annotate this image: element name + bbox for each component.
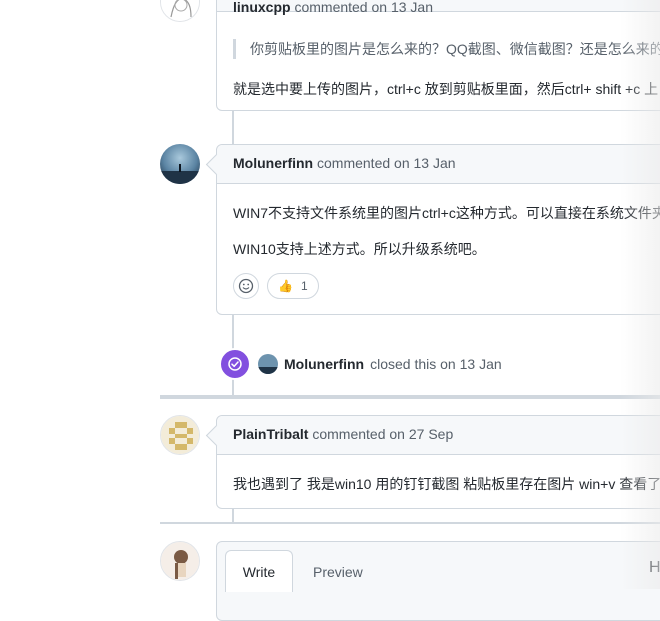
timeline-separator — [160, 522, 660, 524]
event-actor[interactable]: Molunerfinn — [284, 356, 364, 372]
smiley-icon — [238, 278, 254, 294]
comment-body: 我也遇到了 我是win10 用的钉钉截图 粘贴板里存在图片 win+v 查看了 — [233, 476, 660, 492]
avatar-linuxcpp[interactable] — [160, 0, 200, 22]
comment-linuxcpp: linuxcpp commented on 13 Jan 你剪贴板里的图片是怎么… — [216, 0, 660, 111]
comment-header-text: Molunerfinn commented on 13 Jan — [233, 155, 456, 171]
thumbs-up-reaction[interactable]: 👍 1 — [267, 273, 319, 299]
reaction-count: 1 — [300, 279, 308, 293]
new-comment-editor: Write Preview H — [216, 541, 660, 621]
comment-header: Molunerfinn commented on 13 Jan — [205, 145, 660, 184]
timeline-line — [232, 110, 234, 145]
comment-author[interactable]: PlainTribalt — [233, 426, 308, 442]
comment-body-line: WIN7不支持文件系统里的图片ctrl+c这种方式。可以直接在系统文件夹 — [233, 205, 660, 221]
comment-body: 就是选中要上传的图片，ctrl+c 放到剪贴板里面，然后ctrl+ shift … — [233, 81, 659, 97]
add-reaction-button[interactable] — [233, 273, 259, 299]
comment-timestamp[interactable]: commented on 13 Jan — [294, 0, 433, 15]
comment-header-text: PlainTribalt commented on 27 Sep — [233, 426, 453, 442]
avatar-molunerfinn[interactable] — [160, 144, 200, 184]
comment-author[interactable]: Molunerfinn — [233, 155, 313, 171]
quoted-text: 你剪贴板里的图片是怎么来的？QQ截图、微信截图？还是怎么来的 — [233, 39, 660, 59]
avatar-molunerfinn-small[interactable] — [258, 354, 278, 374]
avatar-current-user[interactable] — [160, 541, 200, 581]
tab-write[interactable]: Write — [225, 550, 293, 592]
comment-header: PlainTribalt commented on 27 Sep — [205, 416, 660, 455]
check-circle-icon — [228, 357, 242, 371]
comment-header-text: linuxcpp commented on 13 Jan — [233, 0, 433, 15]
comment-timestamp[interactable]: commented on 27 Sep — [312, 426, 453, 442]
comment-plaintribalt: PlainTribalt commented on 27 Sep 我也遇到了 我… — [205, 415, 660, 509]
comment-author[interactable]: linuxcpp — [233, 0, 291, 15]
comment-body-line: WIN10支持上述方式。所以升级系统吧。 — [233, 241, 486, 257]
avatar-plaintribalt[interactable] — [160, 415, 200, 455]
comment-header: linuxcpp commented on 13 Jan — [217, 0, 660, 15]
comment-molunerfinn: Molunerfinn commented on 13 Jan WIN7不支持文… — [205, 144, 660, 315]
comment-caret — [205, 424, 228, 447]
event-description: closed this on 13 Jan — [370, 356, 502, 372]
tab-preview[interactable]: Preview — [313, 564, 363, 580]
comment-caret — [205, 153, 228, 176]
timeline-separator — [160, 395, 660, 399]
closed-event-badge — [219, 348, 251, 380]
thumbs-up-icon: 👍 — [278, 279, 293, 293]
closed-event: Molunerfinn closed this on 13 Jan — [258, 354, 502, 374]
heading-toolbar-button[interactable]: H — [649, 559, 660, 577]
comment-timestamp[interactable]: commented on 13 Jan — [317, 155, 456, 171]
